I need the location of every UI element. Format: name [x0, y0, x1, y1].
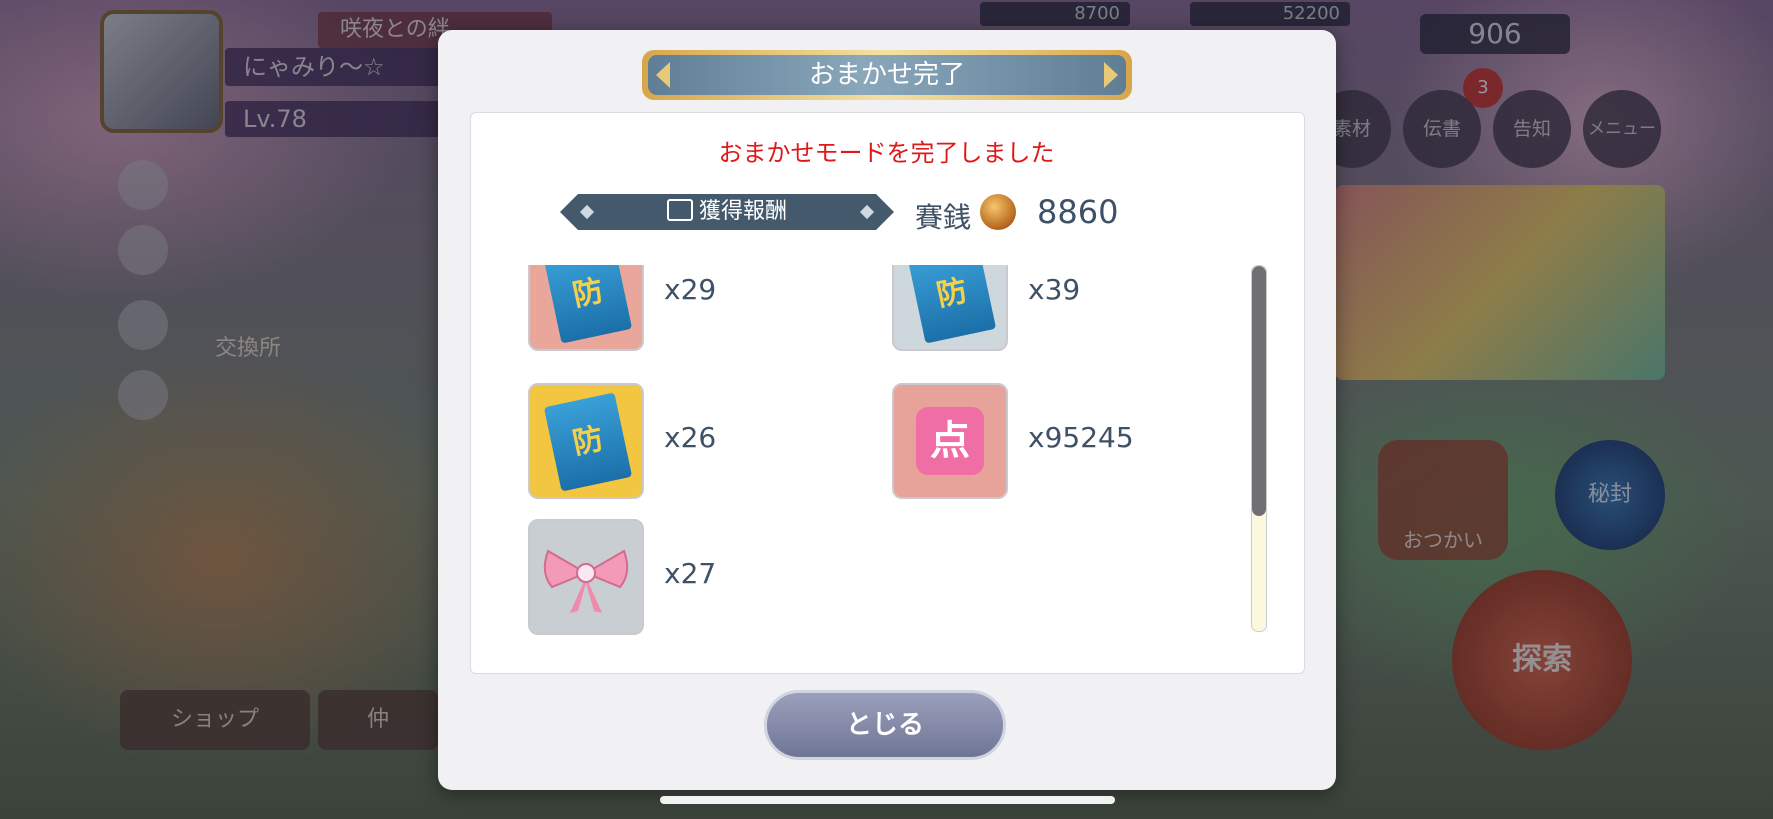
- points-icon: 点: [892, 383, 1008, 499]
- ribbon-bow-icon: [543, 549, 629, 613]
- offering-coin-icon: [980, 194, 1016, 230]
- gift-box-icon: [667, 199, 693, 221]
- close-button[interactable]: とじる: [764, 690, 1006, 760]
- dialog-title: おまかせ完了: [648, 55, 1126, 95]
- coin-label: 賽銭: [915, 201, 972, 234]
- dialog-title-plate: おまかせ完了: [642, 50, 1132, 100]
- home-indicator[interactable]: [660, 796, 1115, 804]
- left-arrow-icon: [656, 62, 670, 88]
- reward-item: 点 x95245: [888, 383, 1260, 501]
- completion-message: おまかせモードを完了しました: [718, 139, 1055, 167]
- reward-item: 防 x26: [524, 383, 924, 501]
- reward-heading-ribbon: 獲得報酬: [560, 194, 894, 230]
- defense-book-beginner-icon: 防: [528, 265, 644, 351]
- coin-amount: 8860: [1037, 193, 1119, 231]
- reward-item: x27: [524, 519, 924, 635]
- reward-heading: 獲得報酬: [698, 199, 787, 224]
- item-quantity: x29: [664, 273, 717, 306]
- defense-book-intermediate-icon: 防: [892, 265, 1008, 351]
- reward-list-scrollbar[interactable]: [1251, 265, 1267, 632]
- reward-item: 防 x29: [524, 265, 924, 353]
- reward-item: 防 x39: [888, 265, 1260, 353]
- item-quantity: x27: [664, 557, 717, 590]
- item-quantity: x26: [664, 421, 717, 454]
- defense-book-advanced-icon: 防: [528, 383, 644, 499]
- scrollbar-thumb[interactable]: [1252, 266, 1266, 516]
- item-quantity: x95245: [1028, 421, 1134, 454]
- reward-item-list[interactable]: 防 x29 防 x39 防 x26 点 x95245 x27: [520, 265, 1260, 635]
- item-quantity: x39: [1028, 273, 1081, 306]
- pink-ribbon-icon: [528, 519, 644, 635]
- right-arrow-icon: [1104, 62, 1118, 88]
